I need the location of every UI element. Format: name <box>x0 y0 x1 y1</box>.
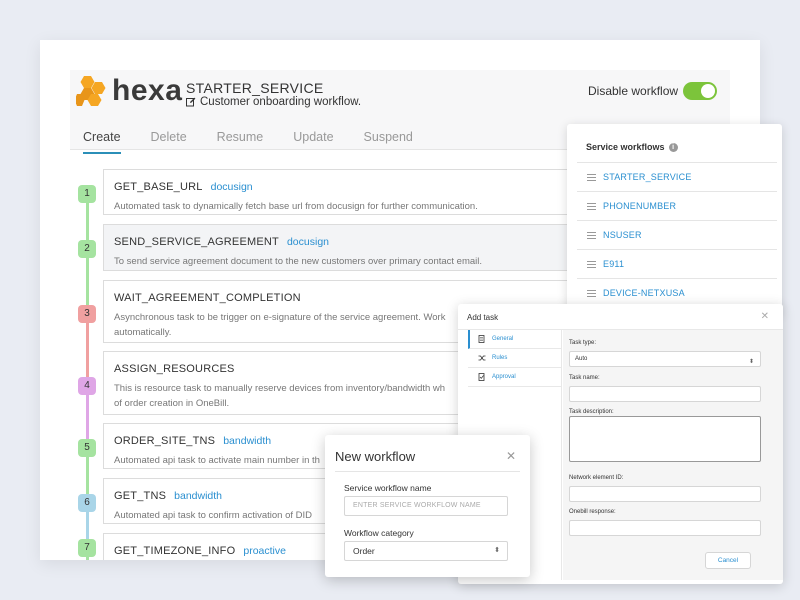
workflow-category-label: Workflow category <box>344 528 414 538</box>
service-workflow-label[interactable]: STARTER_SERVICE <box>603 172 692 182</box>
service-workflow-label[interactable]: E911 <box>603 259 624 269</box>
service-workflow-item[interactable]: PHONENUMBER <box>577 191 777 220</box>
service-workflow-item[interactable]: STARTER_SERVICE <box>577 162 777 191</box>
task-tag[interactable]: proactive <box>243 545 286 557</box>
hexa-logo: hexa <box>76 74 182 108</box>
service-workflows-title: Service workflows i <box>586 142 678 152</box>
task-name: GET_TNS <box>114 490 167 502</box>
service-workflow-label[interactable]: NSUSER <box>603 230 642 240</box>
task-name: WAIT_AGREEMENT_COMPLETION <box>114 292 301 304</box>
info-icon[interactable]: i <box>668 142 678 152</box>
dialog-divider <box>335 471 520 472</box>
service-workflow-item[interactable]: NSUSER <box>577 220 777 249</box>
task-description-label: Task description: <box>569 409 614 415</box>
approval-icon <box>478 373 485 381</box>
workflow-name-label: Service workflow name <box>344 483 432 493</box>
task-type-label: Task type: <box>569 340 597 346</box>
onebill-response-input[interactable] <box>569 520 761 536</box>
task-name: ORDER_SITE_TNS <box>114 435 216 447</box>
cancel-button[interactable]: Cancel <box>705 552 751 569</box>
task-name-label: Task name: <box>569 375 600 381</box>
task-tag[interactable]: bandwidth <box>223 435 271 447</box>
step-number: 5 <box>78 439 96 457</box>
task-type-select[interactable]: Auto ⬍ <box>569 351 761 367</box>
new-workflow-dialog: New workflow ✕ Service workflow name ENT… <box>325 435 530 577</box>
task-name: GET_TIMEZONE_INFO <box>114 545 236 557</box>
network-element-label: Network element ID: <box>569 475 624 481</box>
task-name: SEND_SERVICE_AGREEMENT <box>114 236 279 248</box>
step-number: 4 <box>78 377 96 395</box>
service-workflows-panel: Service workflows i STARTER_SERVICE PHON… <box>567 124 782 314</box>
disable-workflow-toggle[interactable] <box>683 82 717 100</box>
close-icon[interactable]: ✕ <box>761 311 769 322</box>
logo-text: hexa <box>112 74 183 107</box>
step-number: 7 <box>78 539 96 557</box>
step-number: 6 <box>78 494 96 512</box>
drag-handle-icon[interactable] <box>587 202 596 210</box>
workflow-category-select[interactable]: Order ⬍ <box>344 541 508 561</box>
hexagon-logo-icon <box>76 76 106 106</box>
add-task-header: Add task ✕ <box>458 304 783 330</box>
service-description-text: Customer onboarding workflow. <box>200 96 362 108</box>
task-tag[interactable]: bandwidth <box>174 490 222 502</box>
task-name-input[interactable] <box>569 386 761 402</box>
tab-update[interactable]: Update <box>293 130 333 154</box>
new-workflow-title: New workflow <box>335 449 416 464</box>
select-caret-icon: ⬍ <box>494 547 500 554</box>
disable-workflow-label: Disable workflow <box>588 84 679 98</box>
workflow-name-input[interactable]: ENTER SERVICE WORKFLOW NAME <box>344 496 508 516</box>
select-caret-icon: ⬍ <box>748 359 754 365</box>
task-name: GET_BASE_URL <box>114 181 203 193</box>
task-tag[interactable]: docusign <box>211 181 253 193</box>
task-name: ASSIGN_RESOURCES <box>114 363 235 375</box>
edit-icon[interactable] <box>186 97 196 107</box>
document-icon <box>478 335 485 343</box>
tab-resume[interactable]: Resume <box>217 130 264 154</box>
tab-suspend[interactable]: Suspend <box>364 130 413 154</box>
task-description-textarea[interactable] <box>569 416 761 462</box>
service-workflow-label[interactable]: PHONENUMBER <box>603 201 676 211</box>
nav-general[interactable]: General <box>468 330 562 349</box>
shuffle-icon <box>478 355 486 361</box>
tab-create[interactable]: Create <box>83 130 121 154</box>
step-number: 1 <box>78 185 96 203</box>
service-workflow-item[interactable]: E911 <box>577 249 777 278</box>
drag-handle-icon[interactable] <box>587 260 596 268</box>
service-workflow-label[interactable]: DEVICE-NETXUSA <box>603 288 685 298</box>
drag-handle-icon[interactable] <box>587 289 596 297</box>
task-tag[interactable]: docusign <box>287 236 329 248</box>
add-task-form: Task type: Auto ⬍ Task name: Task descri… <box>563 330 783 580</box>
nav-rules[interactable]: Rules <box>468 349 562 368</box>
tab-delete[interactable]: Delete <box>151 130 187 154</box>
drag-handle-icon[interactable] <box>587 231 596 239</box>
service-workflow-item[interactable]: DEVICE-NETXUSA <box>577 278 777 307</box>
close-icon[interactable]: ✕ <box>506 449 516 463</box>
operation-tabs: Create Delete Resume Update Suspend <box>83 130 443 154</box>
service-name: STARTER_SERVICE <box>186 80 324 96</box>
add-task-title: Add task <box>467 313 499 322</box>
step-number: 3 <box>78 305 96 323</box>
onebill-response-label: Onebill response: <box>569 509 616 515</box>
network-element-input[interactable] <box>569 486 761 502</box>
drag-handle-icon[interactable] <box>587 173 596 181</box>
step-number: 2 <box>78 240 96 258</box>
nav-approval[interactable]: Approval <box>468 368 562 387</box>
service-description[interactable]: Customer onboarding workflow. <box>186 96 361 108</box>
